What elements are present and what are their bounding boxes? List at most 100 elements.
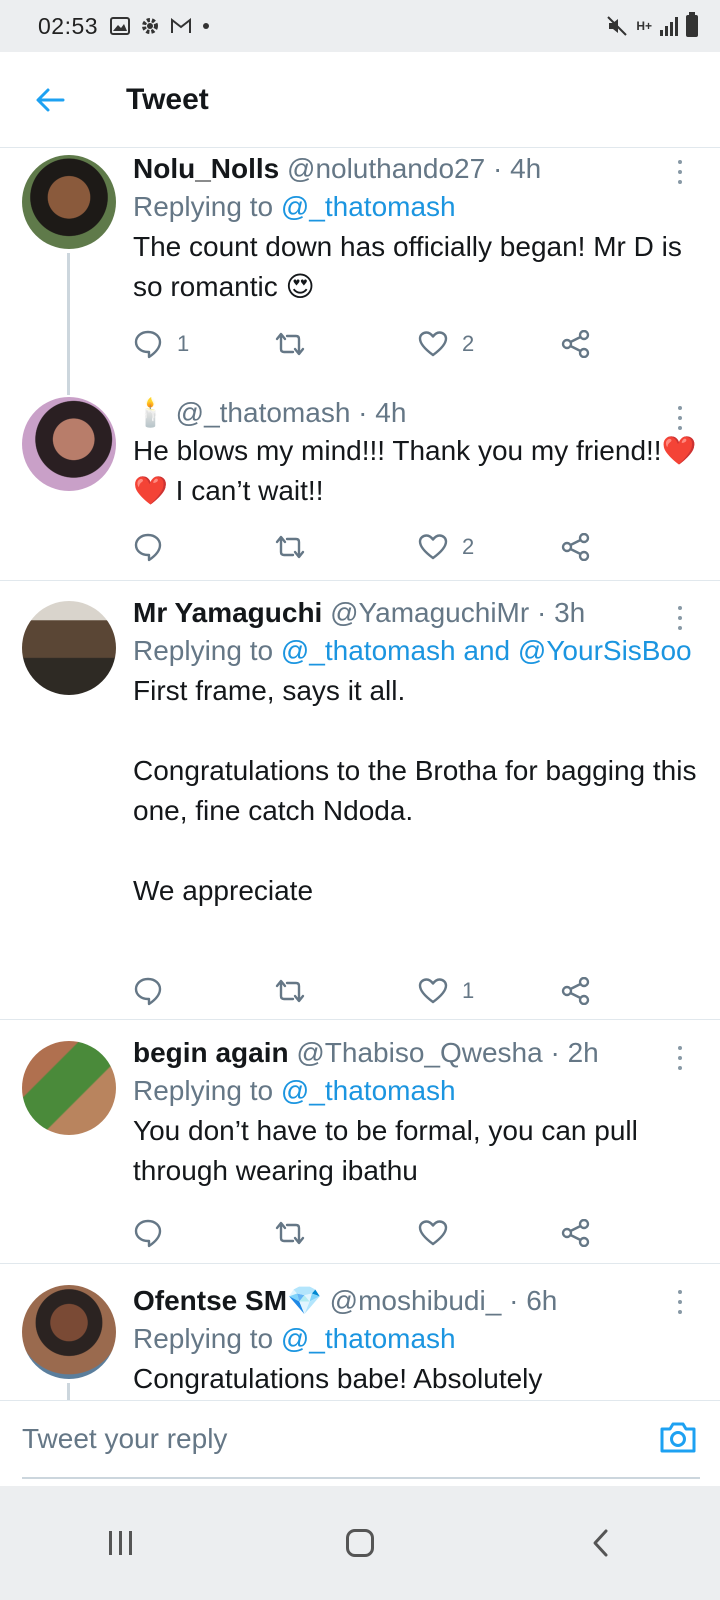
retweet-button[interactable] [273,971,321,1011]
tweet-author-name[interactable]: Nolu_Nolls [133,153,279,184]
thread-line [67,253,70,395]
share-icon [561,533,590,561]
tweet-item[interactable]: 🕯️ @_thatomash · 4h He blows my mind!!! … [0,395,720,579]
status-bar: 02:53 H+ [0,0,720,52]
reply-button[interactable] [133,971,177,1011]
heart-icon [418,978,448,1004]
replying-prefix: Replying to [133,191,274,222]
tweet-handle[interactable]: @_thatomash [176,397,351,428]
tweet-author-name[interactable]: Mr Yamaguchi [133,597,322,628]
tweet-text: Congratulations babe! Absolutely [133,1363,543,1394]
dot-icon [203,23,210,29]
tweet-time: 3h [554,597,586,628]
arrow-left-icon [36,88,65,111]
reply-button[interactable]: 1 [133,324,189,364]
tweet-actions: 1 [133,971,603,1011]
tweet-actions: 1 2 [133,324,603,364]
gmail-icon [171,18,192,33]
like-count: 1 [462,978,475,1003]
tweet-divider [0,1019,720,1020]
status-left-icons [110,16,210,36]
share-button[interactable] [561,971,591,1011]
tweet-item[interactable]: begin again @Thabiso_Qwesha · 2h Replyin… [0,1031,720,1261]
tweet-handle[interactable]: @moshibudi_ [330,1285,502,1316]
share-button[interactable] [561,324,591,364]
more-options-button[interactable] [668,1287,692,1317]
more-options-button[interactable] [668,403,692,433]
replying-mention[interactable]: @_thatomash [281,191,456,222]
reply-input[interactable] [22,1401,700,1479]
tweet-author-name[interactable]: begin again [133,1037,289,1068]
image-icon [110,17,131,35]
retweet-button[interactable] [273,324,321,364]
like-count: 2 [462,331,475,356]
back-button[interactable] [0,52,100,148]
gear-icon [142,18,159,34]
reply-icon [134,330,162,359]
home-icon [346,1529,374,1557]
camera-icon [660,1422,696,1453]
replying-mention[interactable]: @_thatomash [281,1323,456,1354]
tweet-handle[interactable]: @Thabiso_Qwesha [296,1037,542,1068]
tweet-time: 4h [375,397,407,428]
avatar[interactable] [22,1285,116,1379]
reply-count: 1 [177,331,190,356]
replying-prefix: Replying to [133,635,274,666]
tweet-handle[interactable]: @noluthando27 [287,153,485,184]
heart-icon [418,1220,448,1246]
reply-icon [134,533,162,562]
share-button[interactable] [561,527,591,567]
replying-prefix: Replying to [133,1075,274,1106]
tweet-time: 2h [567,1037,599,1068]
tweet-text: The count down has officially began! Mr … [133,231,690,302]
more-options-button[interactable] [668,157,692,187]
like-count: 2 [462,534,475,559]
recent-apps-button[interactable] [60,1503,180,1583]
tweet-text: You don’t have to be formal, you can pul… [133,1115,646,1186]
retweet-button[interactable] [273,1213,321,1253]
more-options-button[interactable] [668,603,692,633]
replying-mention[interactable]: @_thatomash and @YourSisBoo [281,635,692,666]
like-button[interactable]: 2 [418,527,474,567]
tweet-author-name[interactable]: 🕯️ [133,397,168,428]
like-button[interactable]: 2 [418,324,474,364]
share-button[interactable] [561,1213,591,1253]
system-nav-bar [0,1486,720,1600]
reply-button[interactable] [133,527,177,567]
reply-button[interactable] [133,1213,177,1253]
tweet-item[interactable]: Nolu_Nolls @noluthando27 · 4h Replying t… [0,149,720,395]
tweet-actions: 2 [133,527,603,567]
tweet-time: 4h [510,153,542,184]
tweet-author-name[interactable]: Ofentse SM💎 [133,1285,322,1316]
avatar[interactable] [22,601,116,695]
camera-button[interactable] [658,1419,698,1459]
signal-icon [660,16,678,36]
replying-mention[interactable]: @_thatomash [281,1075,456,1106]
battery-icon [686,12,698,37]
tweet-actions [133,1213,603,1253]
home-button[interactable] [300,1503,420,1583]
retweet-icon [275,535,305,559]
avatar[interactable] [22,1041,116,1135]
tweet-divider [0,1263,720,1264]
replying-prefix: Replying to [133,1323,274,1354]
like-button[interactable] [418,1213,462,1253]
status-right-icons: H+ [606,12,698,37]
avatar[interactable] [22,155,116,249]
more-options-button[interactable] [668,1043,692,1073]
tweet-text: First frame, says it all. Congratulation… [133,675,697,906]
tweet-item[interactable]: Mr Yamaguchi @YamaguchiMr · 3h Replying … [0,591,720,1019]
system-back-button[interactable] [540,1503,660,1583]
share-icon [561,977,590,1005]
retweet-icon [275,1221,305,1245]
avatar[interactable] [22,397,116,491]
tweet-handle[interactable]: @YamaguchiMr [330,597,529,628]
tweet-thread[interactable]: Nolu_Nolls @noluthando27 · 4h Replying t… [0,149,720,1429]
like-button[interactable]: 1 [418,971,474,1011]
back-icon [593,1529,608,1557]
retweet-button[interactable] [273,527,321,567]
status-time: 02:53 [38,12,99,39]
reply-bar [0,1400,720,1486]
tweet-text: He blows my mind!!! Thank you my friend!… [133,435,697,506]
retweet-icon [275,979,305,1003]
